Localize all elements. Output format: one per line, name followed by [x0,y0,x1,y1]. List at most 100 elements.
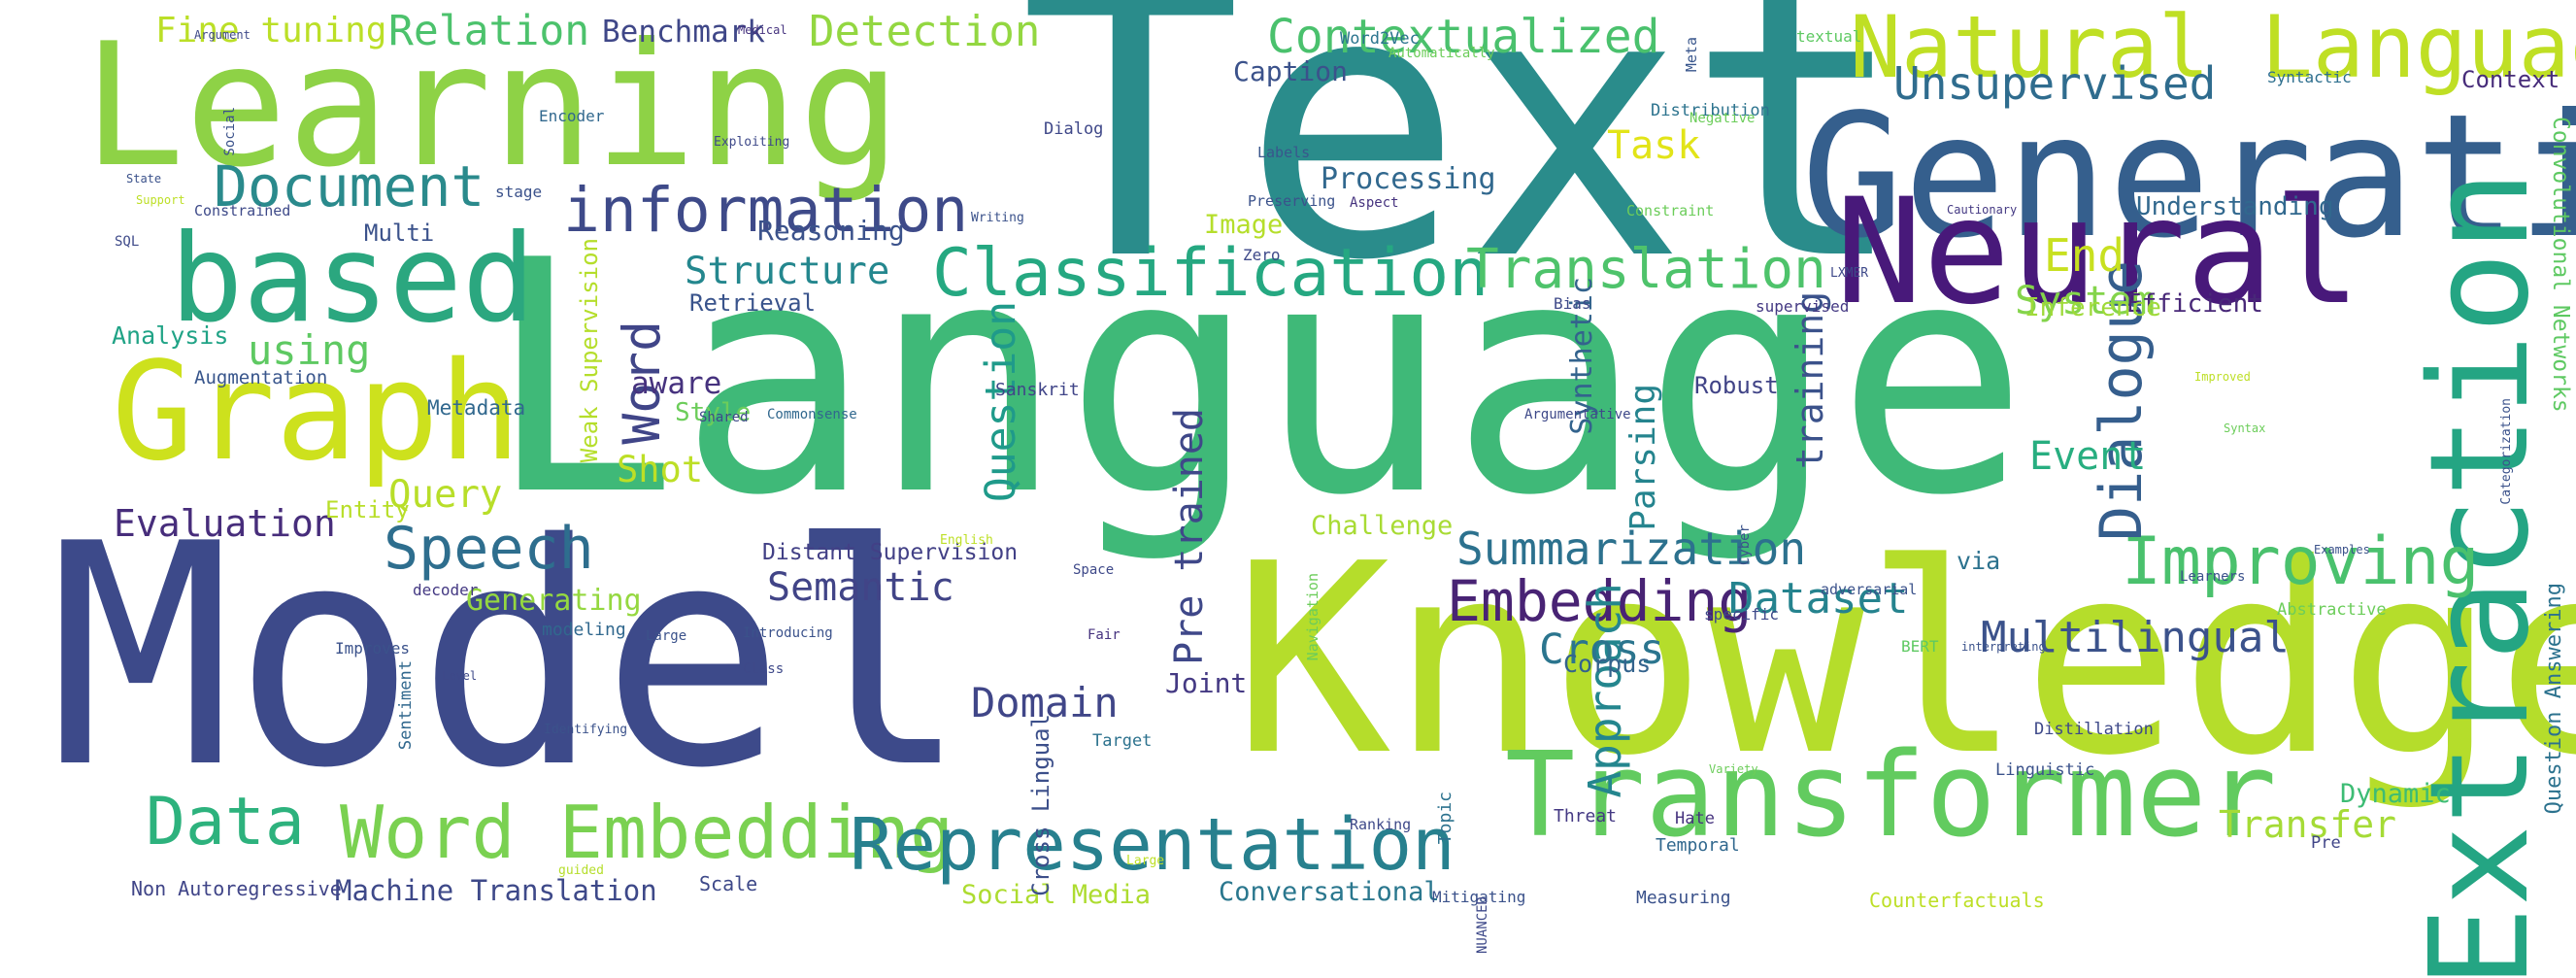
cloud-word: Retrieval [689,289,817,317]
cloud-word: Labels [1257,144,1311,161]
cloud-word: Distillation [2034,720,2154,739]
cloud-word: Navigation [1304,573,1321,661]
cloud-word: Task [1607,123,1701,168]
cloud-word: Machine Translation [335,874,657,907]
cloud-word: Class [743,661,785,677]
cloud-word: Summarization [1456,523,1807,575]
cloud-word: Categorization [2499,398,2514,505]
cloud-word: Augmentation [194,367,328,388]
cloud-word: Improved [2194,370,2251,384]
cloud-word: Sanskrit [995,380,1080,400]
cloud-word: Negative [1689,111,1756,126]
cloud-word: Relation [388,7,590,55]
cloud-word: Target [1092,731,1153,751]
cloud-word: Level [442,669,478,683]
cloud-word: SQL [115,234,140,250]
cloud-word: Introducing [743,625,833,641]
cloud-word: via [1957,547,2001,575]
cloud-word: Fine tuning [155,11,387,51]
cloud-word: Event [2029,434,2147,479]
cloud-word: Constrained [194,202,291,219]
cloud-word: Shared [699,410,749,425]
cloud-word: Caption [1233,55,1349,87]
cloud-word: Support [136,193,185,207]
cloud-word: Threat [1554,806,1618,826]
cloud-word: Pre trained [1167,408,1212,665]
cloud-word: Evaluation [114,502,336,545]
cloud-word: Analysis [112,321,229,350]
cloud-word: guided [558,863,604,878]
cloud-word: Detection [809,7,1041,56]
cloud-word: Image [1204,210,1284,240]
cloud-word: Topic [1435,792,1455,845]
cloud-word: Challenge [1311,511,1454,541]
cloud-word: Argument [194,28,251,42]
cloud-word: interpreting [1961,640,2046,654]
cloud-word: Scale [699,872,758,895]
cloud-word: Inference [2024,293,2161,322]
cloud-word: Writing [971,211,1024,225]
cloud-word: Cross Lingual [1027,714,1054,896]
cloud-word: Counterfactuals [1869,889,2045,912]
cloud-word: English [940,533,993,548]
cloud-word: Sentiment [396,660,416,751]
cloud-word: Context [2461,66,2560,93]
cloud-word: Robust [1694,372,1779,399]
cloud-word: Non Autoregressive [131,877,342,900]
cloud-word: Encoder [539,107,605,125]
cloud-word: Argumentative [1524,407,1631,422]
cloud-word: Joint [1165,667,1248,699]
cloud-word: Reasoning [757,215,905,247]
cloud-word: Measuring [1636,888,1731,908]
cloud-word: Temporal [1656,835,1740,856]
cloud-word: Cyber [1737,524,1753,566]
cloud-word: Multi [364,219,435,247]
cloud-word: Learners [2180,569,2246,585]
cloud-word: Improving [2122,523,2480,600]
cloud-word: Understanding [2136,192,2334,221]
cloud-word: Conversational [1219,877,1440,907]
cloud-word: Abstractive [2277,600,2387,620]
cloud-word: Entity [325,496,410,523]
cloud-word: Question [977,301,1025,503]
cloud-word: Bias [1554,294,1591,313]
cloud-word: Generating [466,584,642,618]
cloud-word: Approach [1579,583,1631,798]
cloud-word: using [248,326,371,374]
cloud-word: NUANCED [1475,896,1490,955]
cloud-word: Identifying [544,723,628,737]
cloud-word: Data [146,784,305,860]
cloud-word: training [1789,291,1831,470]
cloud-word: Question Answering [2542,583,2566,815]
cloud-word: Speech [384,515,594,583]
cloud-word: Examples [2314,543,2370,556]
cloud-word: Social Media [961,880,1152,910]
cloud-word: supervised [1756,297,1850,316]
cloud-word: stage [495,183,543,201]
cloud-word: Pre [2311,833,2341,853]
cloud-word: Linguistic [1995,760,2095,780]
cloud-word: Ranking [1350,816,1412,833]
cloud-word: Zero [1243,246,1281,264]
cloud-word: Weak Supervision [576,238,603,463]
cloud-word: Processing [1321,162,1496,196]
cloud-word: Semantic [767,565,954,610]
cloud-word: Translation [1466,238,1826,301]
cloud-word: Medical [738,23,787,37]
cloud-word: textual [1796,27,1862,46]
cloud-word: Variety [1709,762,1758,776]
cloud-word: Space [1073,562,1115,578]
cloud-word: Unsupervised [1893,57,2217,110]
cloud-word: Social [222,107,238,156]
cloud-word: Large [1126,854,1165,868]
word-cloud: Language Model Text Knowledge Learning Genera… [0,0,2576,978]
cloud-word: End [2044,229,2125,282]
cloud-word: Large [646,628,687,644]
cloud-word: Exploiting [714,135,790,150]
cloud-word: aware [631,366,722,401]
cloud-word: Syntax [2224,422,2266,435]
cloud-word: modeling [542,620,626,640]
cloud-word: Hate [1675,809,1715,828]
cloud-word: LXMER [1830,266,1869,281]
cloud-word: Constraint [1626,202,1715,219]
